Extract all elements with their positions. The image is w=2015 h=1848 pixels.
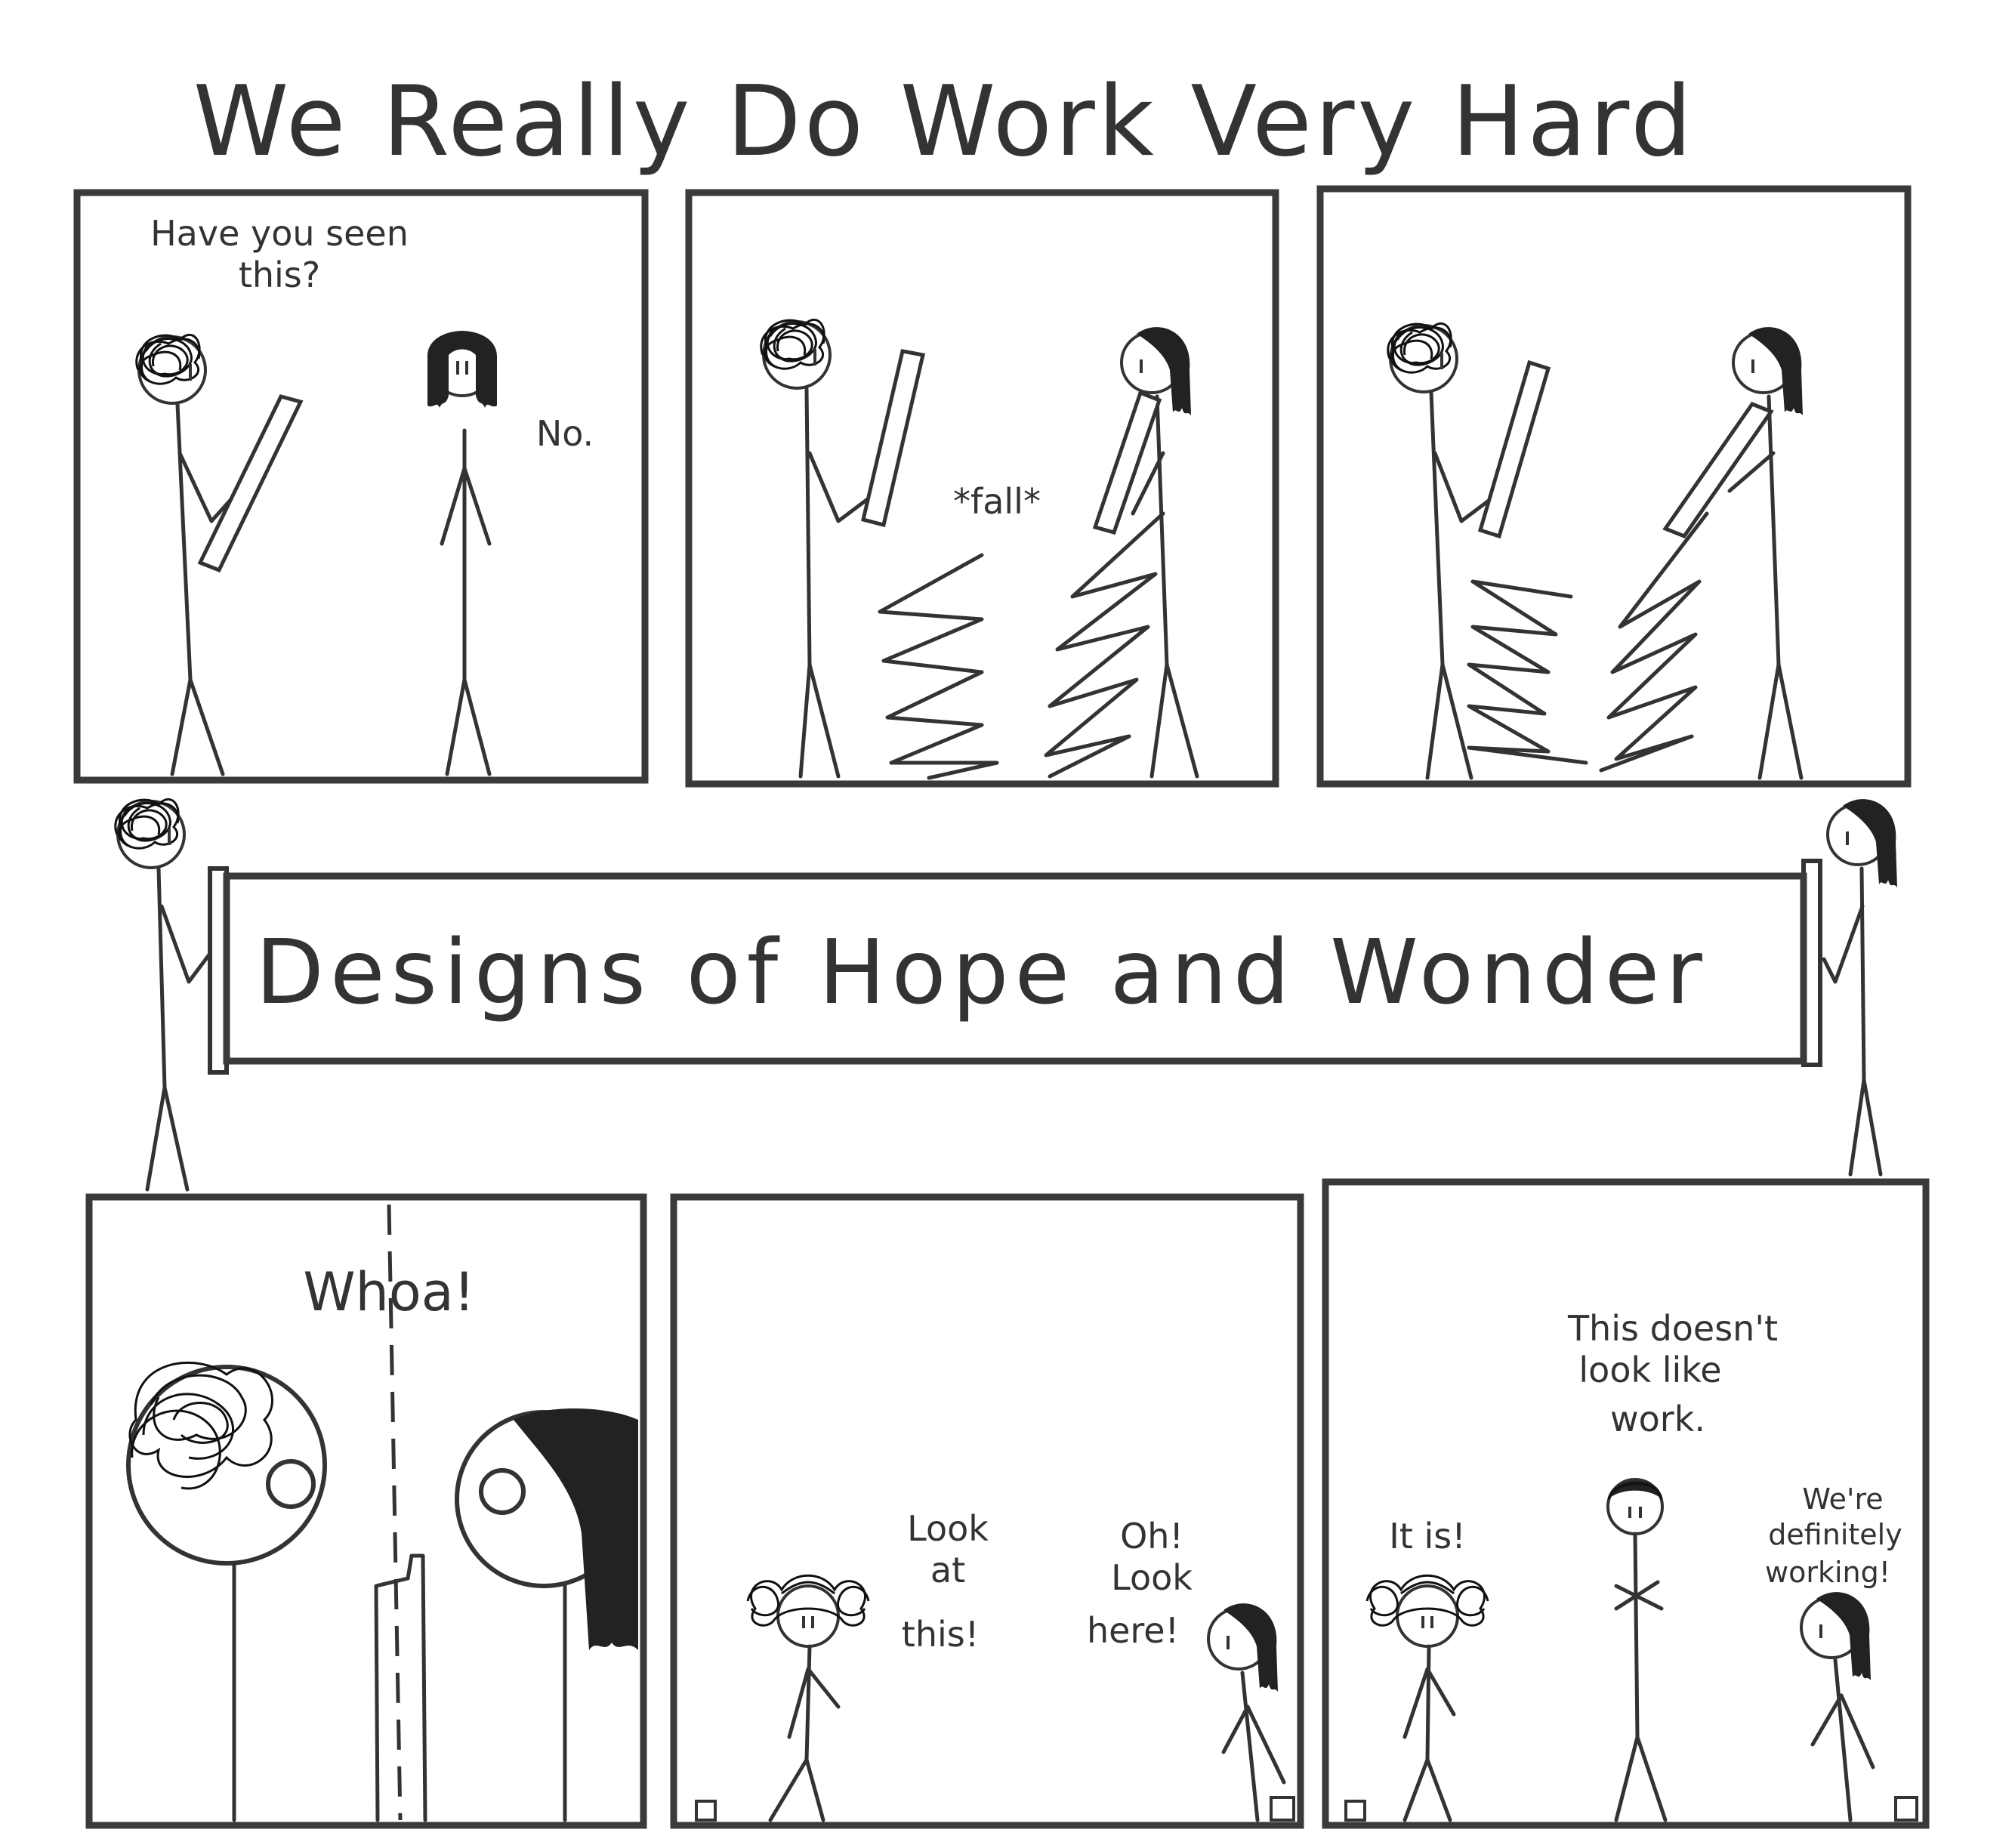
fallen-papers-right — [1599, 511, 1709, 773]
panel-2-sound-effect: *fall* — [953, 481, 1041, 522]
boss-figure — [1606, 1478, 1668, 1822]
panel-5-speech-a-line1: Look — [907, 1508, 989, 1549]
panel-6-speech-b-line3: working! — [1765, 1556, 1890, 1589]
panel-1-speech-reply: No. — [536, 413, 594, 454]
long-hair-figure — [426, 329, 498, 776]
panel-1-speech-line2: this? — [239, 255, 320, 295]
panel-5-speech-b-line1: Oh! — [1120, 1516, 1183, 1556]
panel-3 — [1316, 185, 1912, 788]
comic-strip: We Really Do Work Very Hard Have you see… — [73, 66, 1930, 1829]
paper-sheet-3 — [1092, 390, 1162, 535]
panel-6-speech-b-line1: We're — [1802, 1482, 1883, 1516]
pigtail-figure-6 — [1365, 1574, 1489, 1822]
panel-5-speech-a-line2: at — [930, 1550, 965, 1590]
panel-4: Whoa! — [85, 1193, 647, 1829]
panel-6-speech-a: It is! — [1389, 1516, 1465, 1556]
panel-5-speech-b-line2: Look — [1111, 1557, 1193, 1598]
closeup-curly-face — [126, 1361, 327, 1822]
panel-6: This doesn't look like work. It is! We'r… — [1322, 1178, 1930, 1829]
panel-6-boss-line3: work. — [1610, 1399, 1705, 1439]
long-hair-figure-2 — [1092, 325, 1199, 779]
banner-holder-left — [113, 798, 214, 1192]
closeup-long-hair-face — [455, 1408, 638, 1822]
panel-1-speech-line1: Have you seen — [150, 213, 409, 254]
panel-5-speech-b-line3: here! — [1087, 1610, 1179, 1651]
curly-figure-3 — [1386, 322, 1551, 780]
falling-papers-right — [1044, 511, 1165, 779]
paper-sheet-2 — [861, 349, 926, 528]
panel-5: Look at this! Oh! Look here! — [670, 1193, 1304, 1829]
long-hair-figure-5 — [1207, 1602, 1286, 1822]
panel-2: *fall* — [685, 189, 1279, 788]
fallen-papers-left — [1467, 579, 1588, 765]
long-hair-figure-6 — [1800, 1590, 1875, 1822]
pigtail-figure — [746, 1574, 870, 1822]
banner-holder-right — [1822, 798, 1899, 1177]
falling-papers-left — [878, 553, 999, 780]
panel-6-boss-line2: look like — [1578, 1350, 1721, 1390]
banner-text: Designs of Hope and Wonder — [255, 920, 1708, 1024]
banner-row: Designs of Hope and Wonder — [113, 798, 1899, 1192]
curly-figure — [134, 333, 304, 776]
panel-6-boss-line1: This doesn't — [1567, 1308, 1778, 1349]
curly-figure-2 — [759, 318, 926, 779]
comic-title: We Really Do Work Very Hard — [193, 66, 1696, 178]
panel-5-speech-a-line3: this! — [902, 1614, 979, 1655]
panel-6-speech-b-line2: definitely — [1768, 1518, 1902, 1551]
paper-sheet — [197, 394, 304, 573]
panel-1: Have you seen this? No. — [73, 189, 649, 784]
paper-sheet-4 — [1477, 359, 1551, 539]
long-hair-figure-3 — [1662, 325, 1804, 780]
